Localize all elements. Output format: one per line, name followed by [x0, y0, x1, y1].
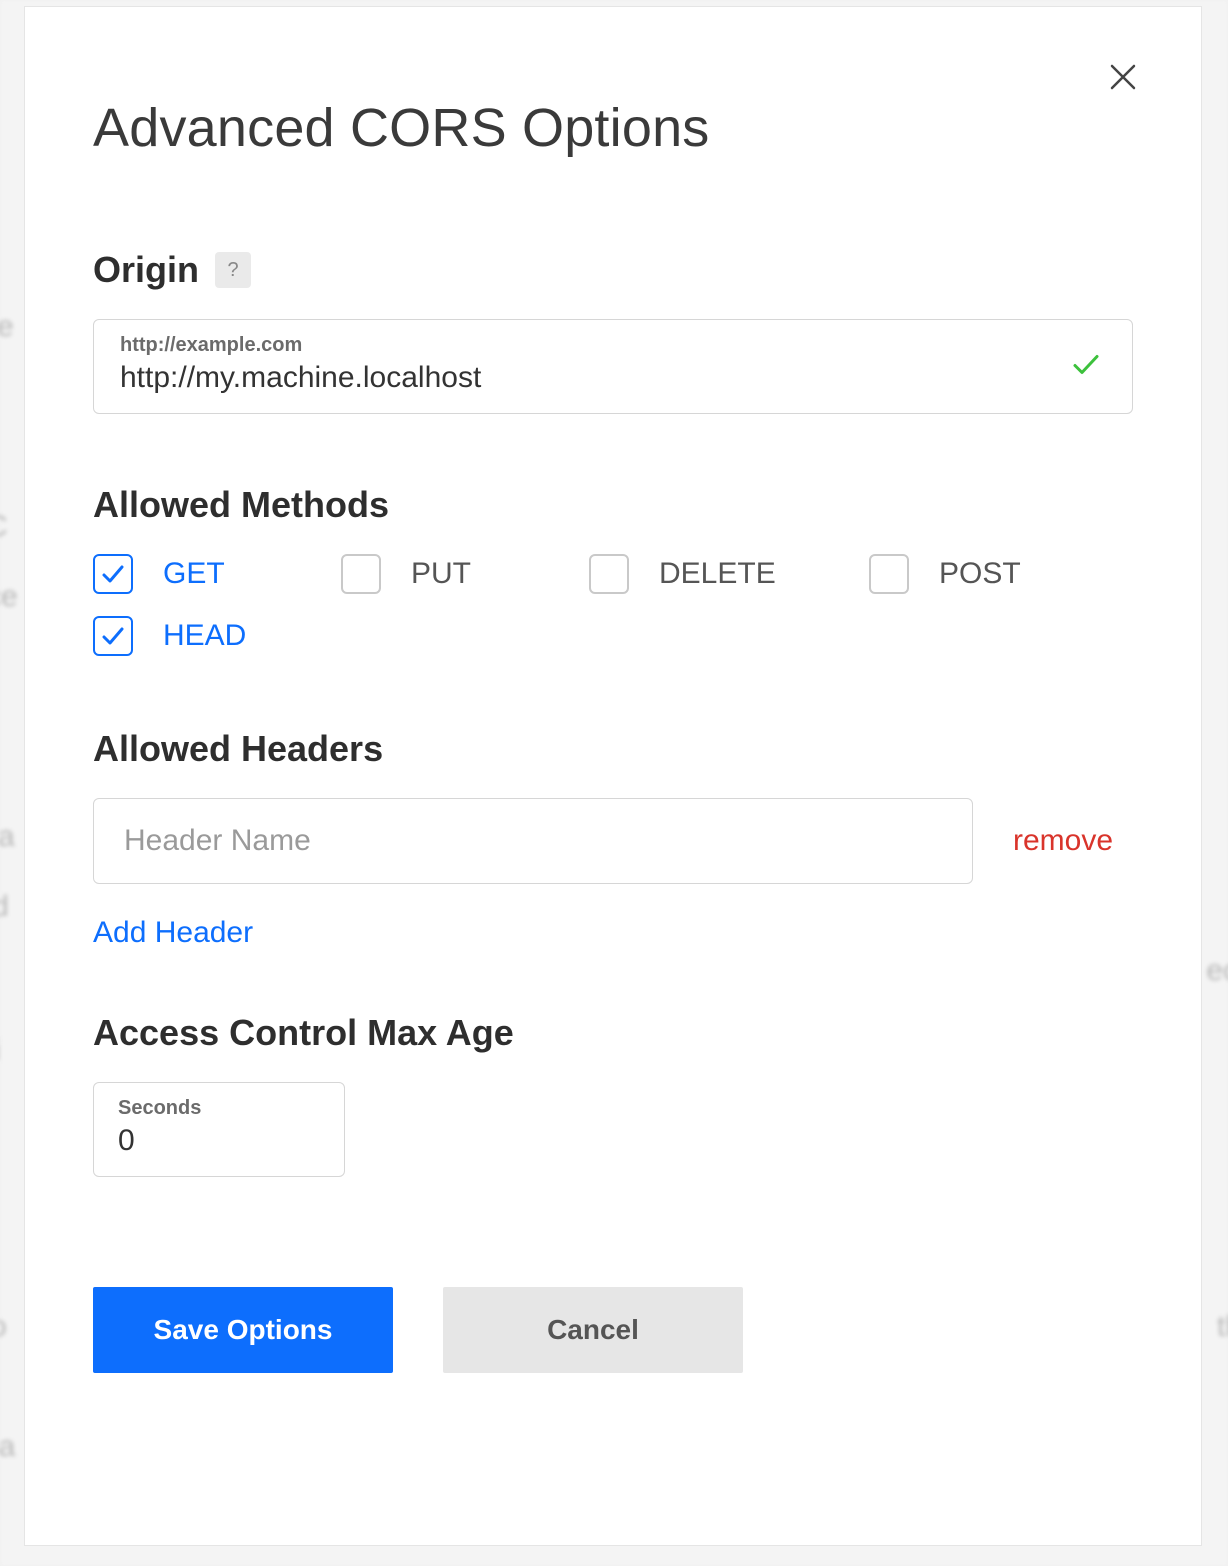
close-button[interactable] [1101, 55, 1145, 99]
method-label-post: POST [939, 557, 1021, 591]
origin-label-text: Origin [93, 249, 199, 291]
checkbox-put[interactable] [341, 554, 381, 594]
checkmark-icon [1070, 348, 1102, 385]
origin-field[interactable]: http://example.com [93, 319, 1133, 414]
method-head[interactable]: HEAD [93, 616, 341, 656]
methods-section-label: Allowed Methods [93, 484, 1133, 526]
checkbox-get[interactable] [93, 554, 133, 594]
method-label-delete: DELETE [659, 557, 776, 591]
checkbox-head[interactable] [93, 616, 133, 656]
origin-section-label: Origin ? [93, 249, 1133, 291]
method-post[interactable]: POST [869, 554, 1117, 594]
maxage-unit-label: Seconds [118, 1097, 320, 1120]
methods-grid: GET PUT DELETE POST HEAD [93, 554, 1133, 656]
method-label-head: HEAD [163, 619, 246, 653]
origin-placeholder-label: http://example.com [120, 334, 1106, 357]
method-label-get: GET [163, 557, 225, 591]
checkbox-delete[interactable] [589, 554, 629, 594]
checkbox-post[interactable] [869, 554, 909, 594]
maxage-field[interactable]: Seconds [93, 1082, 345, 1177]
method-get[interactable]: GET [93, 554, 341, 594]
cancel-button[interactable]: Cancel [443, 1287, 743, 1373]
header-rows: remove [93, 798, 1133, 884]
method-label-put: PUT [411, 557, 471, 591]
check-icon [100, 623, 126, 649]
add-header-link[interactable]: Add Header [93, 916, 253, 950]
help-icon[interactable]: ? [215, 252, 251, 288]
remove-header-link[interactable]: remove [1013, 824, 1113, 858]
origin-input[interactable] [120, 359, 1046, 395]
header-input-wrap[interactable] [93, 798, 973, 884]
close-icon [1108, 62, 1138, 92]
save-button[interactable]: Save Options [93, 1287, 393, 1373]
maxage-section-label: Access Control Max Age [93, 1012, 1133, 1054]
modal-footer: Save Options Cancel [93, 1287, 1133, 1373]
header-name-input[interactable] [122, 823, 944, 859]
headers-section-label: Allowed Headers [93, 728, 1133, 770]
check-icon [100, 561, 126, 587]
maxage-input[interactable] [118, 1122, 260, 1158]
method-put[interactable]: PUT [341, 554, 589, 594]
modal-title: Advanced CORS Options [93, 97, 1133, 159]
header-row: remove [93, 798, 1133, 884]
cors-options-modal: Advanced CORS Options Origin ? http://ex… [24, 6, 1202, 1546]
method-delete[interactable]: DELETE [589, 554, 869, 594]
